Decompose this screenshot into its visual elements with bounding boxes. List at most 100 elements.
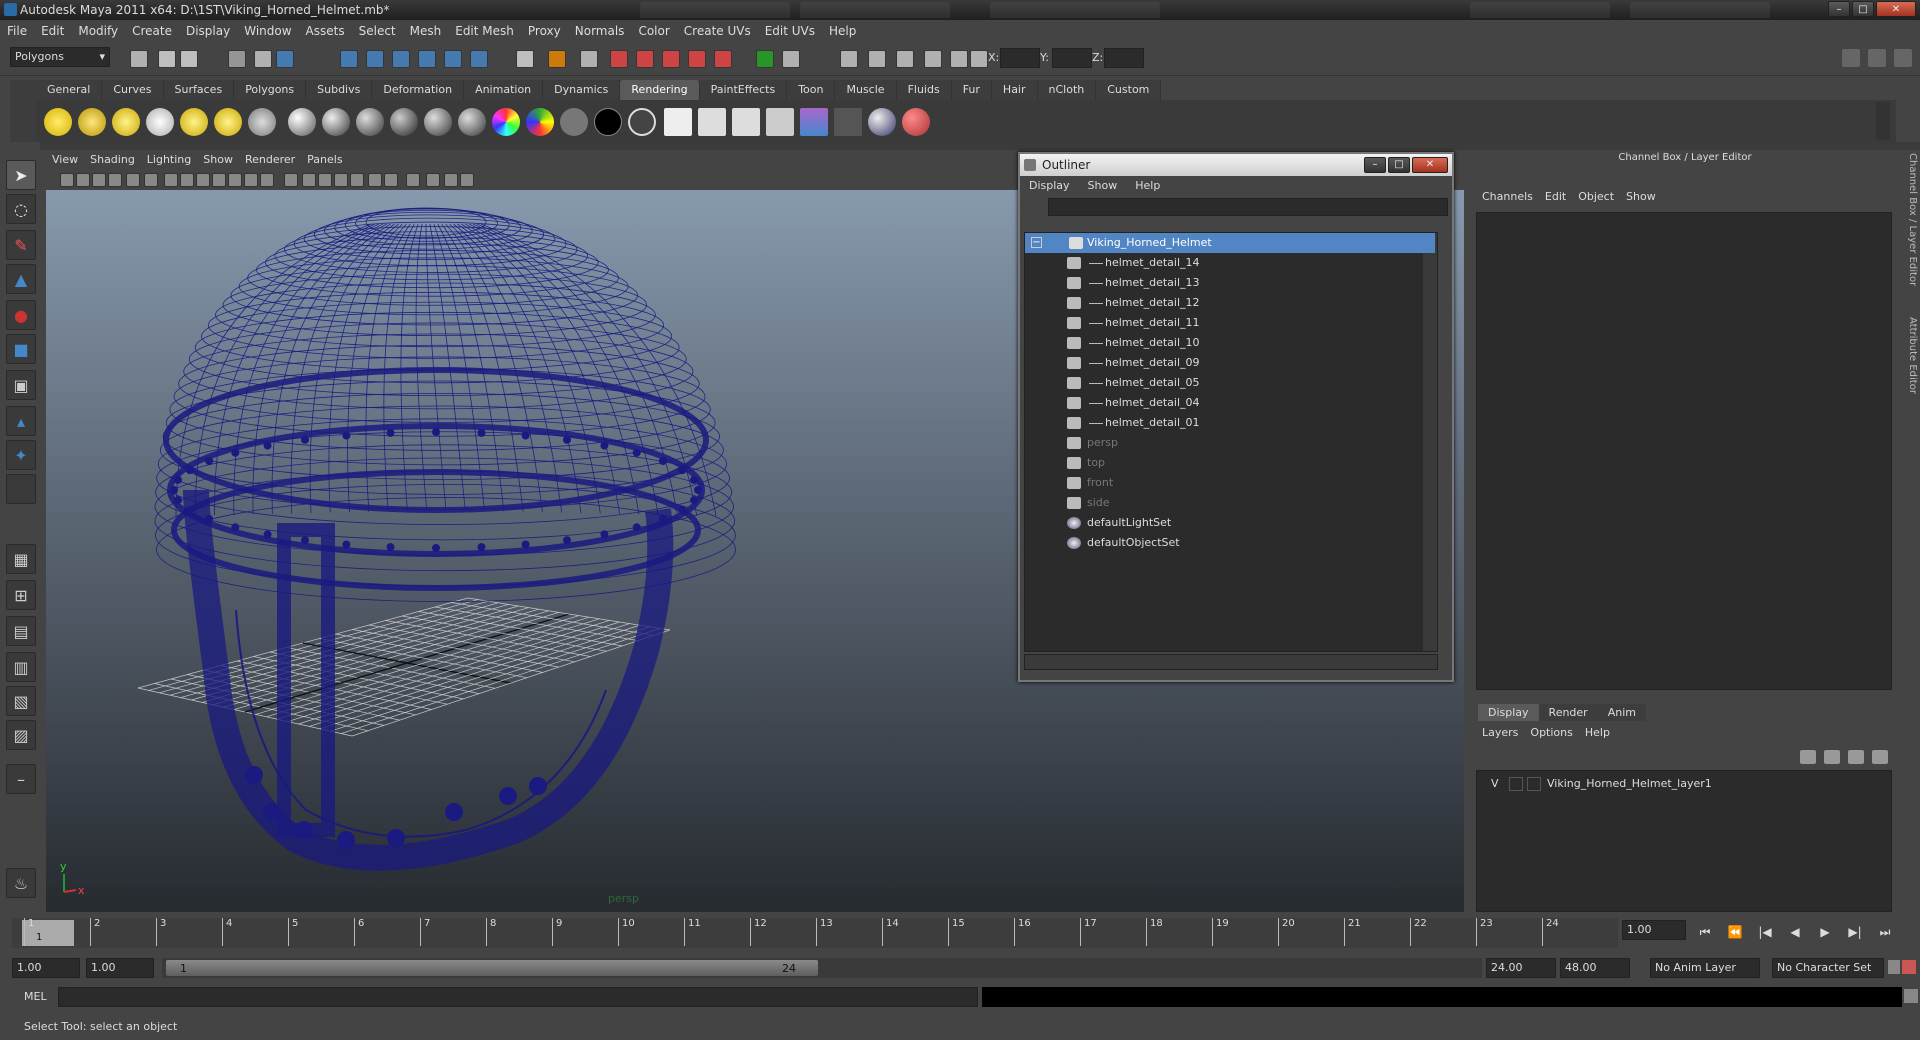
outliner-layout-icon[interactable]: ▨ (6, 720, 36, 750)
layer-menu-help[interactable]: Help (1581, 726, 1618, 739)
animation-preferences-icon[interactable] (1902, 960, 1916, 974)
isolate-select-icon[interactable] (406, 173, 420, 187)
close-button[interactable]: ✕ (1876, 1, 1916, 17)
maximize-button[interactable]: □ (1852, 1, 1874, 17)
new-scene-icon[interactable] (130, 50, 148, 68)
directional-light-icon[interactable] (78, 108, 106, 136)
render-globals-icon[interactable] (248, 108, 276, 136)
outliner-item-persp[interactable]: persp (1025, 433, 1435, 453)
shading-map-icon[interactable] (526, 108, 554, 136)
shelf-tab-fur[interactable]: Fur (951, 80, 992, 100)
paint-brush-icon[interactable] (902, 108, 930, 136)
select-by-object-icon[interactable] (254, 50, 272, 68)
menu-edit-uvs[interactable]: Edit UVs (758, 20, 822, 42)
z-input[interactable] (1104, 48, 1144, 68)
shelf-menu-handle[interactable] (10, 80, 36, 142)
ambient-light-icon[interactable] (44, 108, 72, 136)
character-set-dropdown[interactable]: No Character Set (1772, 958, 1884, 978)
textured-icon[interactable] (318, 173, 332, 187)
menu-display[interactable]: Display (179, 20, 237, 42)
outliner-horizontal-scrollbar[interactable] (1024, 654, 1438, 670)
shelf-tab-dynamics[interactable]: Dynamics (543, 80, 621, 100)
ramp-shader-icon[interactable] (492, 108, 520, 136)
film-gate-icon[interactable] (180, 173, 194, 187)
volume-light-icon[interactable] (214, 108, 242, 136)
outliner-item-top[interactable]: top (1025, 453, 1435, 473)
rotate-tool-icon[interactable]: ● (6, 300, 36, 330)
layer-menu-options[interactable]: Options (1526, 726, 1580, 739)
four-view-layout-icon[interactable]: ⊞ (6, 580, 36, 610)
shelf-tab-curves[interactable]: Curves (102, 80, 164, 100)
layer-tab-display[interactable]: Display (1478, 704, 1539, 721)
outliner-item-helmet_detail_12[interactable]: helmet_detail_12 (1025, 293, 1435, 313)
render-settings-icon[interactable] (834, 108, 862, 136)
persp-graph-layout-icon[interactable]: ▥ (6, 652, 36, 682)
outliner-titlebar[interactable]: Outliner – □ ✕ (1020, 154, 1452, 176)
layout-options-icon[interactable]: – (6, 764, 36, 794)
shelf-tab-fluids[interactable]: Fluids (896, 80, 952, 100)
render-view-icon[interactable] (664, 108, 692, 136)
layer-move-down-icon[interactable] (1872, 750, 1888, 764)
viewport-menu-view[interactable]: View (46, 150, 84, 170)
outliner-item-helmet_detail_11[interactable]: helmet_detail_11 (1025, 313, 1435, 333)
xray-icon[interactable] (426, 173, 440, 187)
end-time-field[interactable]: 48.00 (1560, 958, 1630, 978)
transform-input-icon[interactable] (970, 50, 988, 68)
lights-icon[interactable] (334, 173, 348, 187)
current-time-field[interactable]: 1.00 (1622, 920, 1686, 940)
outliner-item-defaultlightset[interactable]: defaultLightSet (1025, 513, 1435, 533)
shelf-tab-muscle[interactable]: Muscle (835, 80, 897, 100)
phonge-shader-icon[interactable] (390, 108, 418, 136)
render-current-icon[interactable] (840, 50, 858, 68)
viewport-menu-lighting[interactable]: Lighting (141, 150, 197, 170)
display-layer-row[interactable]: V Viking_Horned_Helmet_layer1 (1483, 775, 1887, 793)
menu-file[interactable]: File (0, 20, 34, 42)
render-settings-icon[interactable] (896, 50, 914, 68)
ocean-shader-icon[interactable] (628, 108, 656, 136)
grease-pencil-icon[interactable] (144, 173, 158, 187)
outliner-item-defaultobjectset[interactable]: defaultObjectSet (1025, 533, 1435, 553)
step-forward-frame-button[interactable]: ▶| (1844, 925, 1866, 941)
scale-tool-icon[interactable]: ■ (6, 334, 36, 364)
ipr-render-icon[interactable] (868, 50, 886, 68)
shelf-tab-surfaces[interactable]: Surfaces (163, 80, 235, 100)
camera-attributes-icon[interactable] (76, 173, 90, 187)
menu-edit-mesh[interactable]: Edit Mesh (448, 20, 521, 42)
channel-box-toggle-icon[interactable] (1842, 49, 1860, 67)
point-light-icon[interactable] (112, 108, 140, 136)
snap-point-icon[interactable] (392, 50, 410, 68)
save-scene-icon[interactable] (180, 50, 198, 68)
attribute-editor-toggle-icon[interactable] (1868, 49, 1886, 67)
universal-manipulator-icon[interactable]: ▣ (6, 370, 36, 400)
layer-tab-anim[interactable]: Anim (1597, 704, 1646, 721)
menu-edit[interactable]: Edit (34, 20, 71, 42)
go-to-start-button[interactable]: ⏮ (1694, 925, 1716, 941)
smooth-shade-icon[interactable] (302, 173, 316, 187)
outliner-item-helmet_detail_05[interactable]: helmet_detail_05 (1025, 373, 1435, 393)
outliner-item-front[interactable]: front (1025, 473, 1435, 493)
time-slider[interactable]: 1 1 2 3 4 5 6 7 8 9 10 11 12 13 14 15 16 17 18 19 20 21 22 23 2… (12, 918, 1618, 948)
render-current-icon[interactable] (698, 108, 726, 136)
shelf-tab-hair[interactable]: Hair (991, 80, 1038, 100)
menu-help[interactable]: Help (822, 20, 863, 42)
viewport-menu-panels[interactable]: Panels (301, 150, 348, 170)
shelf-scrollbar[interactable] (1876, 102, 1890, 140)
shelf-tab-deformation[interactable]: Deformation (372, 80, 465, 100)
viewport-menu-shading[interactable]: Shading (84, 150, 141, 170)
attribute-editor-side-tab[interactable]: Attribute Editor (1900, 300, 1918, 410)
play-forwards-button[interactable]: ▶ (1814, 925, 1836, 941)
shelf-tab-subdivs[interactable]: Subdivs (306, 80, 373, 100)
outliner-item-helmet_detail_14[interactable]: helmet_detail_14 (1025, 253, 1435, 273)
show-manipulator-icon[interactable]: ✦ (6, 440, 36, 470)
x-input[interactable] (1000, 48, 1040, 68)
hypershade-icon[interactable] (924, 50, 942, 68)
snap-to-curves-icon[interactable] (636, 50, 654, 68)
mental-ray-icon[interactable] (868, 108, 896, 136)
step-back-key-button[interactable]: ⏪ (1724, 925, 1746, 941)
lock-icon[interactable] (548, 50, 566, 68)
move-tool-icon[interactable]: ▲ (6, 264, 36, 294)
default-light-icon[interactable] (368, 173, 382, 187)
outliner-close-button[interactable]: ✕ (1412, 157, 1448, 173)
shelf-tab-custom[interactable]: Custom (1096, 80, 1162, 100)
step-back-frame-button[interactable]: |◀ (1754, 925, 1776, 941)
